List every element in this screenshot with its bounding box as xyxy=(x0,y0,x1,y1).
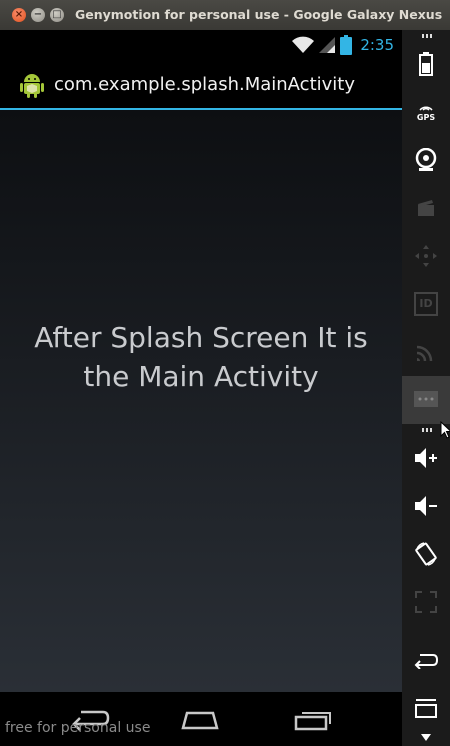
battery-widget-icon xyxy=(419,52,433,76)
volume-down-button[interactable] xyxy=(402,482,450,530)
volume-down-icon xyxy=(415,496,437,516)
rotate-button[interactable] xyxy=(402,530,450,578)
device-id-label: ID xyxy=(419,297,433,310)
status-time: 2:35 xyxy=(360,36,394,54)
capture-icon xyxy=(418,200,434,216)
navigation-bar xyxy=(0,692,402,746)
device-screen: 2:35 com.example.splash.MainActivity Aft… xyxy=(0,30,402,746)
status-bar: 2:35 xyxy=(0,30,402,60)
android-icon[interactable] xyxy=(18,71,46,99)
camera-button[interactable] xyxy=(402,136,450,184)
window-title: Genymotion for personal use - Google Gal… xyxy=(75,7,443,22)
menu-icon xyxy=(415,699,437,718)
gps-label: GPS xyxy=(416,112,436,122)
window-close-button[interactable]: × xyxy=(12,8,26,22)
signal-icon xyxy=(319,37,336,53)
window-titlebar: × − □ Genymotion for personal use - Goog… xyxy=(0,0,450,31)
battery-icon xyxy=(340,35,353,55)
battery-widget-button[interactable] xyxy=(402,40,450,88)
action-bar: com.example.splash.MainActivity xyxy=(0,60,402,110)
toolbar-menu-button[interactable] xyxy=(402,684,450,732)
toolbar-dots-icon xyxy=(422,34,432,38)
dpad-button[interactable] xyxy=(402,232,450,280)
gps-button[interactable]: GPS xyxy=(402,88,450,136)
scroll-down-icon[interactable] xyxy=(421,734,431,742)
window-minimize-button[interactable]: − xyxy=(31,8,45,22)
activity-title: com.example.splash.MainActivity xyxy=(54,74,355,95)
camera-icon xyxy=(415,148,437,171)
cast-button[interactable] xyxy=(402,328,450,376)
home-icon[interactable] xyxy=(178,704,222,734)
main-message-line-1: After Splash Screen It is xyxy=(34,321,368,354)
cast-icon xyxy=(416,345,433,362)
device-id-button[interactable]: ID xyxy=(402,280,450,328)
main-content: After Splash Screen It is the Main Activ… xyxy=(0,110,402,692)
mouse-cursor-icon xyxy=(440,421,450,439)
wifi-icon xyxy=(292,36,315,53)
dpad-icon xyxy=(415,245,437,267)
volume-up-icon xyxy=(415,448,437,468)
toolbar-dots-icon xyxy=(422,428,432,432)
main-message-line-2: the Main Activity xyxy=(83,360,319,393)
sms-icon xyxy=(414,391,438,407)
back-icon xyxy=(414,654,439,669)
fullscreen-button[interactable] xyxy=(402,578,450,626)
sms-button[interactable] xyxy=(402,376,450,424)
device-id-icon: ID xyxy=(414,292,438,316)
gps-icon: GPS xyxy=(417,103,435,122)
recent-apps-icon[interactable] xyxy=(292,704,336,734)
toolbar-back-button[interactable] xyxy=(402,636,450,684)
capture-button[interactable] xyxy=(402,184,450,232)
emulator-toolbar: GPS ID xyxy=(402,30,450,746)
main-message: After Splash Screen It is the Main Activ… xyxy=(10,318,392,396)
rotate-icon xyxy=(415,542,437,566)
volume-up-button[interactable] xyxy=(402,434,450,482)
watermark-text: free for personal use xyxy=(5,720,151,736)
window-maximize-button[interactable]: □ xyxy=(50,8,64,22)
fullscreen-icon xyxy=(415,591,437,613)
